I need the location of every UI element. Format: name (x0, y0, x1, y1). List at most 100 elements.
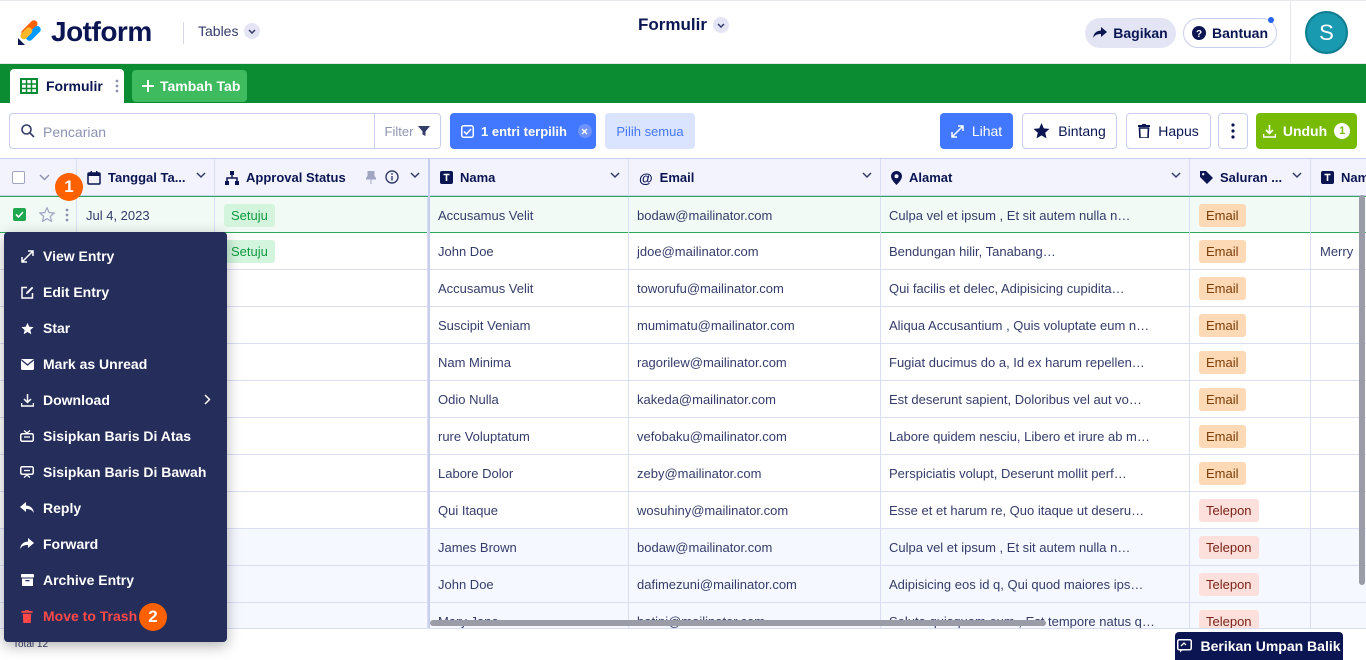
extra-name-cell[interactable]: Merry (1311, 233, 1366, 269)
menu-item-download[interactable]: Download (4, 382, 227, 418)
table-row[interactable]: Jul 4, 2023 Setuju Accusamus Velit bodaw@ma… (0, 196, 1366, 233)
address-cell[interactable]: Perspiciatis volupt, Deserunt mollit per… (881, 455, 1190, 491)
menu-item-sisipkan-baris-di-bawah[interactable]: Sisipkan Baris Di Bawah (4, 454, 227, 490)
approval-cell[interactable] (215, 455, 428, 491)
channel-cell[interactable]: Email (1190, 381, 1311, 417)
chevron-down-icon[interactable] (1171, 172, 1181, 179)
clear-selection-icon[interactable] (577, 124, 592, 138)
column-header-name[interactable]: Nama (430, 159, 629, 196)
extra-name-cell[interactable] (1311, 529, 1366, 565)
column-header-extra[interactable]: Nam (1311, 159, 1366, 196)
extra-name-cell[interactable] (1311, 455, 1366, 491)
approval-cell[interactable] (215, 566, 428, 602)
channel-cell[interactable]: Telepon (1190, 529, 1311, 565)
extra-name-cell[interactable] (1311, 603, 1366, 628)
menu-item-star[interactable]: Star (4, 310, 227, 346)
name-cell[interactable]: Accusamus Velit (430, 270, 629, 306)
channel-cell[interactable]: Telepon (1190, 566, 1311, 602)
pin-icon[interactable] (366, 171, 376, 184)
selected-entries-chip[interactable]: 1 entri terpilih (450, 113, 596, 149)
email-cell[interactable]: bodaw@mailinator.com (629, 529, 881, 565)
address-cell[interactable]: Adipisicing eos id q, Qui quod maiores i… (881, 566, 1190, 602)
column-header-date[interactable]: Tanggal Ta... (77, 159, 215, 196)
address-cell[interactable]: Bendungan hilir, Tanabang… (881, 233, 1190, 269)
name-cell[interactable]: Odio Nulla (430, 381, 629, 417)
approval-cell[interactable] (215, 529, 428, 565)
channel-cell[interactable]: Telepon (1190, 603, 1311, 628)
approval-cell[interactable] (215, 381, 428, 417)
add-tab-button[interactable]: Tambah Tab (132, 70, 247, 102)
channel-cell[interactable]: Email (1190, 233, 1311, 269)
approval-cell[interactable] (215, 307, 428, 343)
name-cell[interactable]: Accusamus Velit (430, 197, 629, 233)
address-cell[interactable]: Labore quidem nesciu, Libero et irure ab… (881, 418, 1190, 454)
extra-name-cell[interactable] (1311, 381, 1366, 417)
channel-cell[interactable]: Email (1190, 418, 1311, 454)
extra-name-cell[interactable] (1311, 492, 1366, 528)
approval-cell[interactable] (215, 603, 428, 628)
chevron-down-icon[interactable] (862, 172, 872, 179)
column-header-approval[interactable]: Approval Status (215, 159, 429, 196)
extra-name-cell[interactable] (1311, 344, 1366, 380)
extra-name-cell[interactable] (1311, 566, 1366, 602)
approval-cell[interactable]: Setuju (215, 197, 428, 233)
row-checkbox[interactable] (13, 208, 26, 221)
menu-item-sisipkan-baris-di-atas[interactable]: Sisipkan Baris Di Atas (4, 418, 227, 454)
horizontal-scrollbar[interactable] (430, 620, 1046, 626)
channel-cell[interactable]: Email (1190, 270, 1311, 306)
name-cell[interactable]: rure Voluptatum (430, 418, 629, 454)
star-outline-icon[interactable] (39, 207, 55, 222)
address-cell[interactable]: Culpa vel et ipsum , Et sit autem nulla … (881, 197, 1190, 233)
email-cell[interactable]: jdoe@mailinator.com (629, 233, 881, 269)
name-cell[interactable]: Suscipit Veniam (430, 307, 629, 343)
tab-formulir[interactable]: Formulir (10, 69, 124, 103)
kebab-icon[interactable] (115, 79, 119, 93)
name-cell[interactable]: John Doe (430, 566, 629, 602)
menu-item-move-to-trash[interactable]: Move to Trash (4, 598, 227, 634)
menu-item-edit-entry[interactable]: Edit Entry (4, 274, 227, 310)
chevron-down-icon[interactable] (610, 172, 620, 179)
download-button[interactable]: Unduh 1 (1256, 113, 1357, 149)
jotform-logo[interactable]: Jotform (17, 16, 152, 48)
delete-button[interactable]: Hapus (1126, 113, 1211, 149)
more-options-button[interactable] (1218, 113, 1248, 149)
name-cell[interactable]: James Brown (430, 529, 629, 565)
tables-switcher[interactable]: Tables (198, 23, 261, 39)
menu-item-archive-entry[interactable]: Archive Entry (4, 562, 227, 598)
email-cell[interactable]: kakeda@mailinator.com (629, 381, 881, 417)
name-cell[interactable]: John Doe (430, 233, 629, 269)
chevron-down-icon[interactable] (196, 172, 206, 179)
select-all-button[interactable]: Pilih semua (605, 113, 695, 149)
extra-name-cell[interactable] (1311, 270, 1366, 306)
date-cell[interactable]: Jul 4, 2023 (77, 197, 215, 233)
address-cell[interactable]: Qui facilis et delec, Adipisicing cupidi… (881, 270, 1190, 306)
channel-cell[interactable]: Email (1190, 455, 1311, 491)
email-cell[interactable]: zeby@mailinator.com (629, 455, 881, 491)
menu-item-mark-as-unread[interactable]: Mark as Unread (4, 346, 227, 382)
form-title-switcher[interactable]: Formulir (638, 15, 729, 35)
channel-cell[interactable]: Email (1190, 344, 1311, 380)
select-all-checkbox[interactable] (12, 171, 25, 184)
menu-item-forward[interactable]: Forward (4, 526, 227, 562)
share-button[interactable]: Bagikan (1085, 18, 1176, 48)
email-cell[interactable]: ragorilew@mailinator.com (629, 344, 881, 380)
channel-cell[interactable]: Email (1190, 197, 1311, 233)
address-cell[interactable]: Fugiat ducimus do a, Id ex harum repelle… (881, 344, 1190, 380)
approval-cell[interactable] (215, 418, 428, 454)
approval-cell[interactable] (215, 270, 428, 306)
email-cell[interactable]: wosuhiny@mailinator.com (629, 492, 881, 528)
row-menu-icon[interactable] (65, 208, 69, 222)
extra-name-cell[interactable] (1311, 307, 1366, 343)
name-cell[interactable]: Labore Dolor (430, 455, 629, 491)
column-header-channel[interactable]: Saluran ... (1190, 159, 1311, 196)
chevron-down-icon[interactable] (1292, 172, 1302, 179)
channel-cell[interactable]: Telepon (1190, 492, 1311, 528)
extra-name-cell[interactable] (1311, 197, 1366, 233)
address-cell[interactable]: Culpa vel et ipsum , Et sit autem nulla … (881, 529, 1190, 565)
address-cell[interactable]: Est deserunt sapient, Doloribus vel aut … (881, 381, 1190, 417)
info-icon[interactable] (385, 170, 399, 184)
name-cell[interactable]: Nam Minima (430, 344, 629, 380)
channel-cell[interactable]: Email (1190, 307, 1311, 343)
extra-name-cell[interactable] (1311, 418, 1366, 454)
approval-cell[interactable] (215, 492, 428, 528)
